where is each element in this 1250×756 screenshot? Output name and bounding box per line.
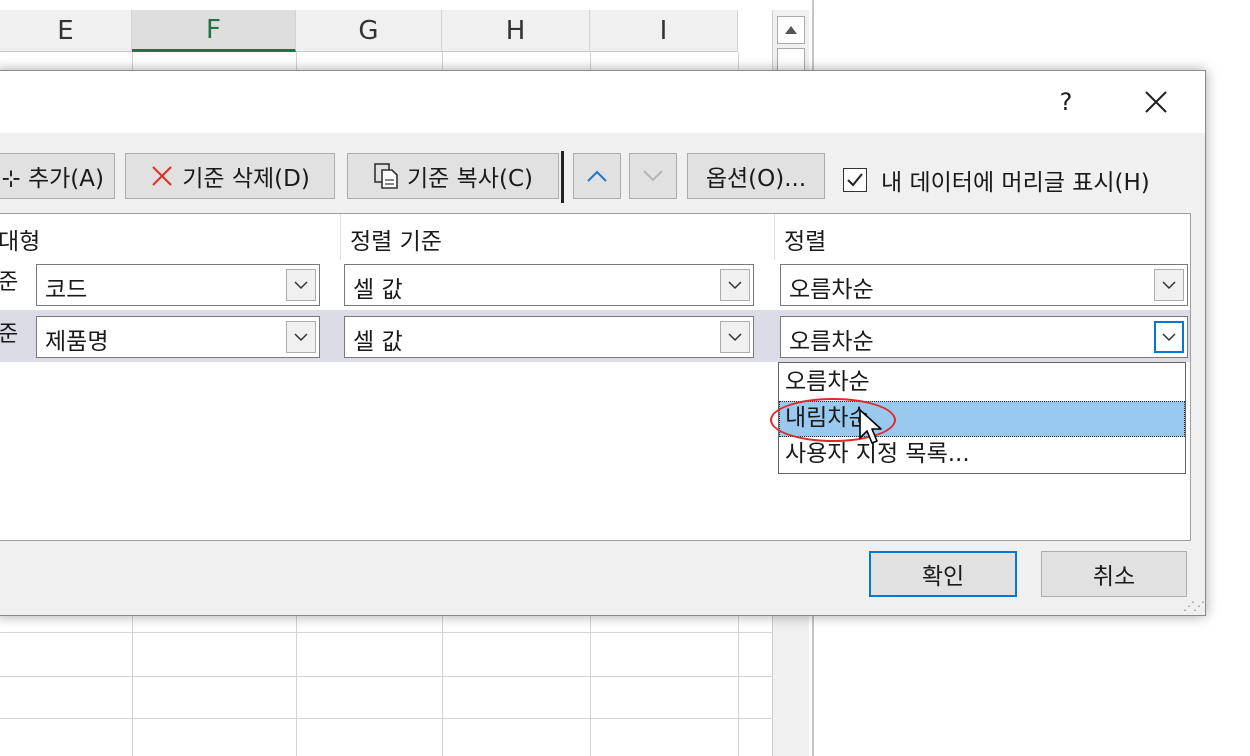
delete-x-icon bbox=[152, 166, 172, 186]
resize-grip-icon[interactable]: ⋰⋰ bbox=[1183, 599, 1205, 613]
grid-line bbox=[0, 632, 772, 633]
combo-value: 코드 bbox=[45, 277, 88, 303]
ok-button[interactable]: 확인 bbox=[869, 551, 1017, 597]
close-button[interactable] bbox=[1139, 85, 1173, 119]
sort-order-select[interactable]: 오름차순 bbox=[780, 264, 1188, 306]
sort-on-select[interactable]: 셀 값 bbox=[344, 264, 754, 306]
dropdown-option-ascending[interactable]: 오름차순 bbox=[779, 365, 1185, 401]
header-checkbox-label: 내 데이터에 머리글 표시(H) bbox=[881, 170, 1150, 196]
dialog-title-bar: ? bbox=[0, 71, 1205, 133]
combo-value: 셀 값 bbox=[353, 329, 403, 355]
dropdown-arrow-icon[interactable] bbox=[286, 321, 316, 353]
dropdown-arrow-icon[interactable] bbox=[720, 269, 750, 301]
column-header-i[interactable]: I bbox=[590, 10, 738, 52]
header-separator bbox=[340, 214, 341, 260]
sort-column-select[interactable]: 제품명 bbox=[36, 316, 320, 358]
add-level-label: ⊹ 추가(A) bbox=[1, 166, 104, 192]
dropdown-arrow-icon[interactable] bbox=[286, 269, 316, 301]
combo-value: 오름차순 bbox=[789, 277, 874, 303]
column-header-h[interactable]: H bbox=[442, 10, 590, 52]
sort-on-select[interactable]: 셀 값 bbox=[344, 316, 754, 358]
chevron-up-icon bbox=[587, 170, 607, 182]
dropdown-arrow-icon[interactable] bbox=[1154, 321, 1184, 353]
copy-level-button[interactable]: 기준 복사(C) bbox=[347, 153, 559, 199]
header-checkbox-row[interactable]: 내 데이터에 머리글 표시(H) bbox=[843, 163, 1150, 197]
checkmark-icon bbox=[847, 173, 863, 187]
combo-value: 오름차순 bbox=[789, 329, 874, 355]
copy-level-label: 기준 복사(C) bbox=[407, 166, 533, 192]
order-header-label: 정렬 bbox=[784, 229, 827, 255]
delete-level-button[interactable]: 기준 삭제(D) bbox=[125, 153, 335, 199]
delete-level-label: 기준 삭제(D) bbox=[182, 166, 310, 192]
column-header-e[interactable]: E bbox=[0, 10, 132, 52]
chevron-down-icon bbox=[643, 170, 663, 182]
add-level-button[interactable]: ⊹ 추가(A) bbox=[0, 153, 115, 199]
column-header-g[interactable]: G bbox=[296, 10, 442, 52]
move-down-button[interactable] bbox=[629, 153, 677, 199]
dropdown-option-custom-list[interactable]: 사용자 지정 목록... bbox=[779, 437, 1185, 473]
dropdown-arrow-icon[interactable] bbox=[1154, 269, 1184, 301]
options-label: 옵션(O)... bbox=[705, 166, 807, 192]
copy-icon bbox=[374, 163, 398, 189]
scroll-up-arrow-icon[interactable] bbox=[777, 16, 805, 44]
combo-value: 제품명 bbox=[45, 329, 109, 355]
column-header-f[interactable]: F bbox=[132, 10, 296, 52]
options-button[interactable]: 옵션(O)... bbox=[687, 153, 825, 199]
grid-line bbox=[0, 718, 772, 719]
header-checkbox[interactable] bbox=[843, 168, 867, 192]
move-up-button[interactable] bbox=[573, 153, 621, 199]
dropdown-arrow-icon[interactable] bbox=[720, 321, 750, 353]
row-label: 준 bbox=[0, 322, 19, 347]
cancel-button[interactable]: 취소 bbox=[1041, 551, 1187, 597]
close-icon bbox=[1145, 91, 1167, 113]
sort-column-select[interactable]: 코드 bbox=[36, 264, 320, 306]
header-separator bbox=[774, 214, 775, 260]
sort-order-select-open[interactable]: 오름차순 bbox=[780, 316, 1188, 358]
sort-dialog: ? ⊹ 추가(A) 기준 삭제(D) 기준 복사(C) 옵션(O)... 내 데… bbox=[0, 70, 1206, 616]
grid-line bbox=[0, 676, 772, 677]
combo-value: 셀 값 bbox=[353, 277, 403, 303]
mouse-pointer-icon bbox=[859, 409, 882, 444]
row-label: 준 bbox=[0, 270, 19, 295]
column-header-label: 대형 bbox=[0, 229, 41, 255]
toolbar-separator bbox=[561, 151, 564, 203]
help-button[interactable]: ? bbox=[1051, 87, 1081, 117]
sort-on-header-label: 정렬 기준 bbox=[350, 229, 442, 255]
